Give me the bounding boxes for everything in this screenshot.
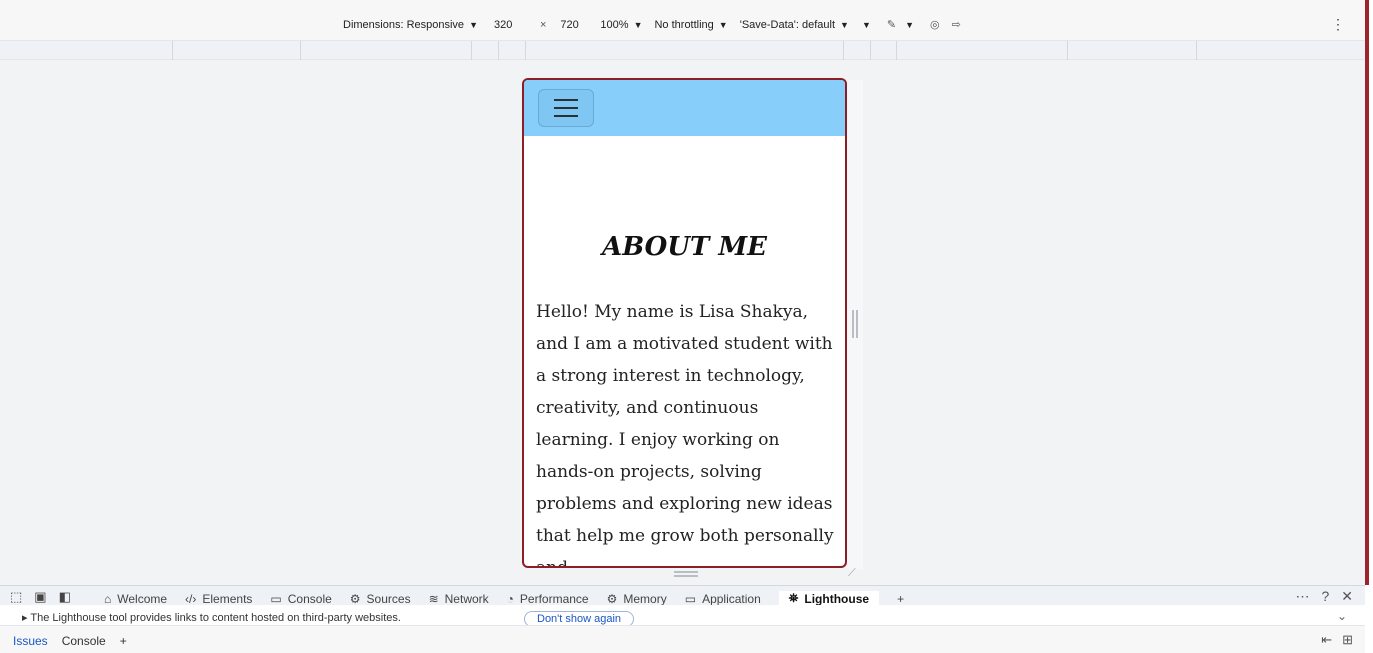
tab-memory[interactable]: ⚙ Memory	[606, 591, 667, 606]
dock-drawer-icon[interactable]: ⇤	[1321, 632, 1332, 648]
chevron-down-icon[interactable]: ▼	[840, 20, 849, 30]
media-query-segment[interactable]	[172, 41, 173, 60]
device-toolbar: Dimensions: Responsive ▼ 320 × 720 100% ▼ …	[0, 0, 1365, 40]
home-icon: ⌂	[104, 591, 112, 606]
tab-performance[interactable]: ◔ Performance	[506, 591, 589, 606]
pen-icon[interactable]: ✎	[887, 18, 896, 31]
close-icon[interactable]: ✕	[1341, 588, 1353, 605]
help-icon[interactable]: ?	[1321, 588, 1329, 605]
window-edge-accent	[1365, 0, 1373, 653]
media-query-bar	[0, 40, 1365, 60]
add-drawer-tab-button[interactable]: +	[120, 634, 127, 648]
site-header	[524, 80, 845, 136]
more-options-icon[interactable]: ⋮	[1331, 16, 1345, 33]
devtools-drawer-bar: Issues Console + ⇤ ⊞	[0, 625, 1365, 653]
chevron-down-icon[interactable]: ⌄	[1337, 609, 1347, 623]
media-query-segment[interactable]	[843, 41, 844, 60]
menu-line	[554, 107, 578, 109]
tab-sources[interactable]: ⚙ Sources	[349, 591, 411, 606]
tab-label: Elements	[202, 591, 253, 606]
chevron-down-icon[interactable]: ▼	[862, 20, 871, 30]
page-title: ABOUT ME	[602, 232, 767, 262]
devtools-left-icons: ⬚ ▣ ◧	[10, 589, 71, 605]
media-query-segment[interactable]	[1067, 41, 1068, 60]
menu-line	[554, 115, 578, 117]
more-tools-icon[interactable]: ⋯	[1295, 588, 1309, 605]
bug-icon: ⚙	[349, 591, 361, 606]
times-symbol: ×	[539, 18, 547, 31]
device-toolbar-controls: Dimensions: Responsive ▼ 320 × 720 100% ▼ …	[343, 18, 965, 32]
devtools-right-controls: ⋯ ? ✕	[1295, 588, 1353, 605]
inspect-icon[interactable]: ⬚	[10, 589, 22, 605]
resize-handle-right[interactable]	[852, 310, 858, 338]
media-query-segment[interactable]	[1196, 41, 1197, 60]
expand-drawer-icon[interactable]: ⊞	[1342, 632, 1353, 648]
chevron-down-icon[interactable]: ▼	[469, 20, 478, 30]
tab-elements[interactable]: ‹/› Elements	[185, 591, 253, 606]
chevron-down-icon[interactable]: ▼	[719, 20, 728, 30]
resize-handle-bottom[interactable]	[674, 571, 698, 577]
lighthouse-notice-bar: ▸ The Lighthouse tool provides links to …	[0, 605, 1365, 625]
dock-icon[interactable]: ◧	[59, 589, 71, 605]
devtools-tab-bar: ⬚ ▣ ◧ ⌂ Welcome ‹/› Elements ▭ Console ⚙ Sou…	[0, 585, 1365, 605]
devtools-tabs: ⌂ Welcome ‹/› Elements ▭ Console ⚙ Sources ≋…	[104, 591, 904, 605]
tab-application[interactable]: ▭ Application	[684, 591, 761, 606]
zoom-select[interactable]: 100%	[600, 19, 628, 31]
tab-label: Lighthouse	[804, 591, 870, 606]
menu-line	[554, 99, 578, 101]
dont-show-again-button[interactable]: Don't show again	[524, 611, 635, 625]
tab-label: Welcome	[117, 591, 168, 606]
window-icon: ▭	[684, 591, 697, 606]
media-query-segment[interactable]	[525, 41, 526, 60]
resize-corner-icon[interactable]: ⟋	[848, 567, 856, 580]
tab-label: Memory	[623, 591, 667, 606]
media-query-segment[interactable]	[870, 41, 871, 60]
drawer-right-controls: ⇤ ⊞	[1321, 632, 1353, 648]
dimensions-select[interactable]: Dimensions: Responsive	[343, 19, 464, 31]
media-query-segment[interactable]	[300, 41, 301, 60]
eye-icon[interactable]: ◎	[930, 18, 940, 31]
tab-network[interactable]: ≋ Network	[428, 591, 489, 606]
chip-icon: ⚙	[606, 591, 618, 606]
add-tab-button[interactable]: +	[897, 591, 904, 606]
drawer-tab-issues[interactable]: Issues	[13, 634, 48, 648]
throttling-select[interactable]: No throttling	[654, 19, 713, 31]
media-query-segment[interactable]	[896, 41, 897, 60]
tab-label: Application	[702, 591, 761, 606]
about-paragraph: Hello! My name is Lisa Shakya, and I am …	[536, 302, 834, 568]
save-data-select[interactable]: 'Save-Data': default	[740, 19, 835, 31]
hamburger-menu-button[interactable]	[538, 89, 594, 127]
media-query-segment[interactable]	[471, 41, 472, 60]
device-toggle-icon[interactable]: ▣	[34, 589, 46, 605]
width-input[interactable]: 320	[490, 19, 530, 31]
drawer-tabs: Issues Console +	[13, 634, 127, 648]
chevron-down-icon[interactable]: ▼	[905, 20, 914, 30]
emulated-device-frame: ABOUT ME Hello! My name is Lisa Shakya, …	[522, 78, 847, 568]
rotate-icon[interactable]: ⇨	[952, 18, 961, 31]
tab-welcome[interactable]: ⌂ Welcome	[104, 591, 168, 606]
gauge-icon: ◔	[506, 591, 514, 606]
console-icon: ▭	[270, 591, 282, 606]
tab-label: Sources	[366, 591, 411, 606]
tab-console[interactable]: ▭ Console	[270, 591, 332, 606]
lighthouse-icon: ⛯	[788, 591, 799, 605]
media-query-segment[interactable]	[498, 41, 499, 60]
height-input[interactable]: 720	[556, 19, 596, 31]
tab-label: Performance	[519, 591, 589, 606]
notice-text: ▸ The Lighthouse tool provides links to …	[22, 612, 401, 624]
code-icon: ‹/›	[185, 591, 197, 606]
drawer-tab-console[interactable]: Console	[62, 634, 106, 648]
chevron-down-icon[interactable]: ▼	[634, 20, 643, 30]
wifi-icon: ≋	[428, 591, 439, 606]
tab-label: Console	[287, 591, 332, 606]
tab-label: Network	[444, 591, 489, 606]
tab-lighthouse[interactable]: ⛯ Lighthouse	[778, 591, 880, 606]
